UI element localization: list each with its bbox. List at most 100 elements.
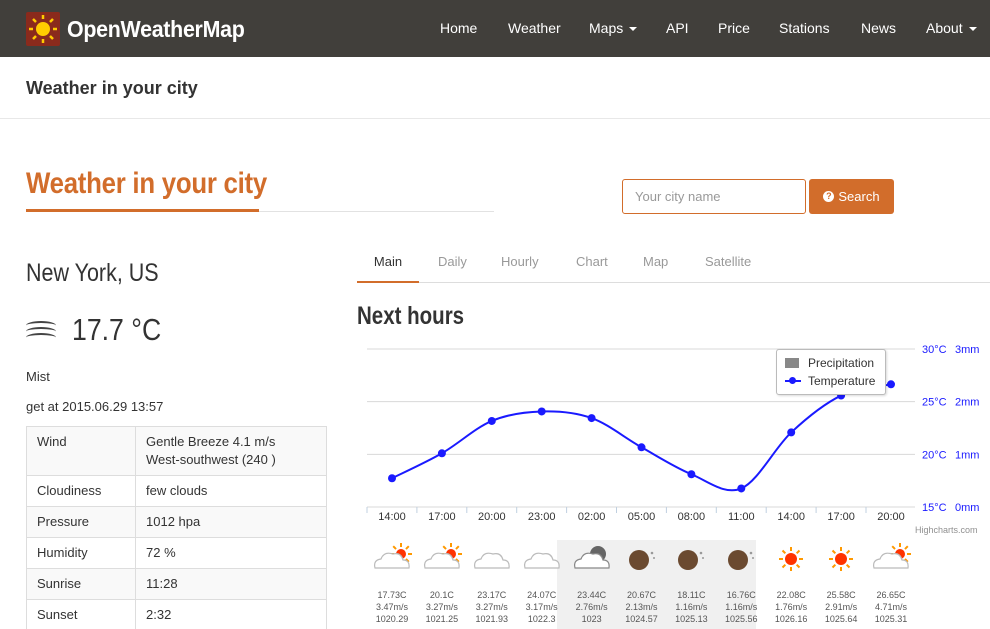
current-temperature: 17.7 °C xyxy=(72,312,162,347)
forecast-temp: 22.08C xyxy=(776,590,806,600)
nav-stations-label: Stations xyxy=(779,20,830,36)
cloud-moon-icon xyxy=(567,542,617,581)
x-tick-label: 02:00 xyxy=(578,511,606,523)
forecast-wind: 1.16m/s xyxy=(725,602,758,612)
tab-main[interactable]: Main xyxy=(357,245,419,283)
legend-temperature-label: Temperature xyxy=(808,374,876,388)
forecast-temp: 20.1C xyxy=(429,590,454,600)
y-tick-label-precip: 1mm xyxy=(955,449,979,461)
forecast-temp: 18.11C xyxy=(677,590,706,600)
precipitation-swatch xyxy=(785,358,799,368)
forecast-pressure: 1022.3 xyxy=(527,614,556,624)
forecast-pressure: 1025.56 xyxy=(725,614,758,624)
legend-precipitation-label: Precipitation xyxy=(808,356,875,370)
forecast-temp: 23.44C xyxy=(577,590,607,600)
search-button-label: Search xyxy=(838,189,880,204)
row-label: Pressure xyxy=(26,506,136,538)
title-divider xyxy=(259,211,494,212)
nav-stations[interactable]: Stations xyxy=(779,0,830,57)
temperature-point xyxy=(587,414,596,423)
x-tick-label: 20:00 xyxy=(478,511,506,523)
forecast-item: 26.65C 4.71m/s 1025.31 xyxy=(865,589,917,625)
city-search-input[interactable] xyxy=(622,179,806,214)
tab-daily[interactable]: Daily xyxy=(438,245,467,283)
nav-home-label: Home xyxy=(440,20,478,36)
x-tick-label: 17:00 xyxy=(428,511,456,523)
forecast-pressure: 1021.25 xyxy=(425,614,459,624)
weather-description: Mist xyxy=(26,369,50,384)
x-tick-label: 23:00 xyxy=(528,511,556,523)
title-underline xyxy=(26,209,259,212)
y-tick-label-temp: 15°C xyxy=(922,502,947,514)
row-label: Cloudiness xyxy=(26,475,136,507)
forecast-wind: 3.47m/s xyxy=(375,602,408,612)
sun-icon xyxy=(766,542,816,581)
moon-icon xyxy=(617,542,667,581)
forecast-pressure: 1023 xyxy=(581,614,602,624)
forecast-wind: 2.91m/s xyxy=(825,602,858,612)
forecast-item: 17.73C 3.47m/s 1020.29 xyxy=(366,589,418,625)
forecast-tabs: Main Daily Hourly Chart Map Satellite xyxy=(357,245,990,283)
nav-home[interactable]: Home xyxy=(440,0,477,57)
cloud-sun-icon xyxy=(417,542,467,581)
forecast-item: 23.44C 2.76m/s 1023 xyxy=(566,589,618,625)
nav-about[interactable]: About xyxy=(926,0,977,57)
x-tick-label: 08:00 xyxy=(678,511,706,523)
nav-price[interactable]: Price xyxy=(718,0,750,57)
forecast-item: 20.67C 2.13m/s 1024.57 xyxy=(616,589,668,625)
search-button[interactable]: ? Search xyxy=(809,179,894,214)
forecast-item: 20.1C 3.27m/s 1021.25 xyxy=(416,589,468,625)
page-header-title: Weather in your city xyxy=(26,78,198,98)
forecast-wind: 1.76m/s xyxy=(775,602,808,612)
forecast-pressure: 1020.29 xyxy=(375,614,409,624)
page-title: Weather in your city xyxy=(26,167,267,200)
tab-chart[interactable]: Chart xyxy=(576,245,608,283)
forecast-wind: 4.71m/s xyxy=(874,602,907,612)
temperature-point xyxy=(388,474,396,483)
wind-speed: Gentle Breeze 4.1 m/s xyxy=(146,434,276,449)
forecast-wind: 3.27m/s xyxy=(475,602,508,612)
temperature-point xyxy=(437,449,446,458)
temperature-swatch xyxy=(785,377,801,385)
nav-news-label: News xyxy=(861,20,897,36)
temperature-point xyxy=(537,407,546,416)
temperature-series-line xyxy=(391,383,892,492)
caret-down-icon xyxy=(629,27,638,32)
brand-name: OpenWeatherMap xyxy=(67,15,245,42)
chart-legend: Precipitation Temperature xyxy=(776,349,886,395)
nav-weather[interactable]: Weather xyxy=(508,0,561,57)
tab-map[interactable]: Map xyxy=(643,245,668,283)
x-tick-label: 05:00 xyxy=(628,511,656,523)
legend-item-temperature[interactable]: Temperature xyxy=(785,374,875,388)
forecast-temp: 20.67C xyxy=(626,590,657,600)
temperature-point xyxy=(487,416,496,425)
temperature-point xyxy=(637,443,646,452)
forecast-item: 24.07C 3.17m/s 1022.3 xyxy=(516,589,568,625)
forecast-temp: 26.65C xyxy=(876,590,906,600)
legend-item-precipitation[interactable]: Precipitation xyxy=(785,356,874,370)
temperature-point xyxy=(887,380,895,389)
nav-maps[interactable]: Maps xyxy=(589,0,638,57)
forecast-item: 16.76C 1.16m/s 1025.56 xyxy=(715,589,767,625)
forecast-item: 18.11C 1.16m/s 1025.13 xyxy=(665,589,717,625)
y-tick-label-precip: 2mm xyxy=(955,397,979,409)
caret-down-icon xyxy=(968,27,977,32)
moon-icon xyxy=(716,542,766,581)
y-tick-label-precip: 0mm xyxy=(955,502,979,514)
cloud-sun-icon xyxy=(866,542,916,581)
row-value: 2:32 xyxy=(135,599,327,629)
brand-link[interactable]: OpenWeatherMap xyxy=(26,12,258,46)
sun-icon xyxy=(816,542,866,581)
nav-api[interactable]: API xyxy=(666,0,689,57)
row-value: 11:28 xyxy=(135,568,327,600)
tab-hourly[interactable]: Hourly xyxy=(501,245,539,283)
row-label: Wind xyxy=(26,426,136,476)
forecast-item: 22.08C 1.76m/s 1026.16 xyxy=(765,589,817,625)
nav-news[interactable]: News xyxy=(861,0,896,57)
observation-time: get at 2015.06.29 13:57 xyxy=(26,399,164,414)
moon-icon xyxy=(666,542,716,581)
current-temperature-row: 17.7 °C xyxy=(26,312,176,348)
row-value: Gentle Breeze 4.1 m/s West-southwest (240… xyxy=(135,426,327,476)
nav-weather-label: Weather xyxy=(508,20,561,36)
tab-satellite[interactable]: Satellite xyxy=(705,245,751,283)
